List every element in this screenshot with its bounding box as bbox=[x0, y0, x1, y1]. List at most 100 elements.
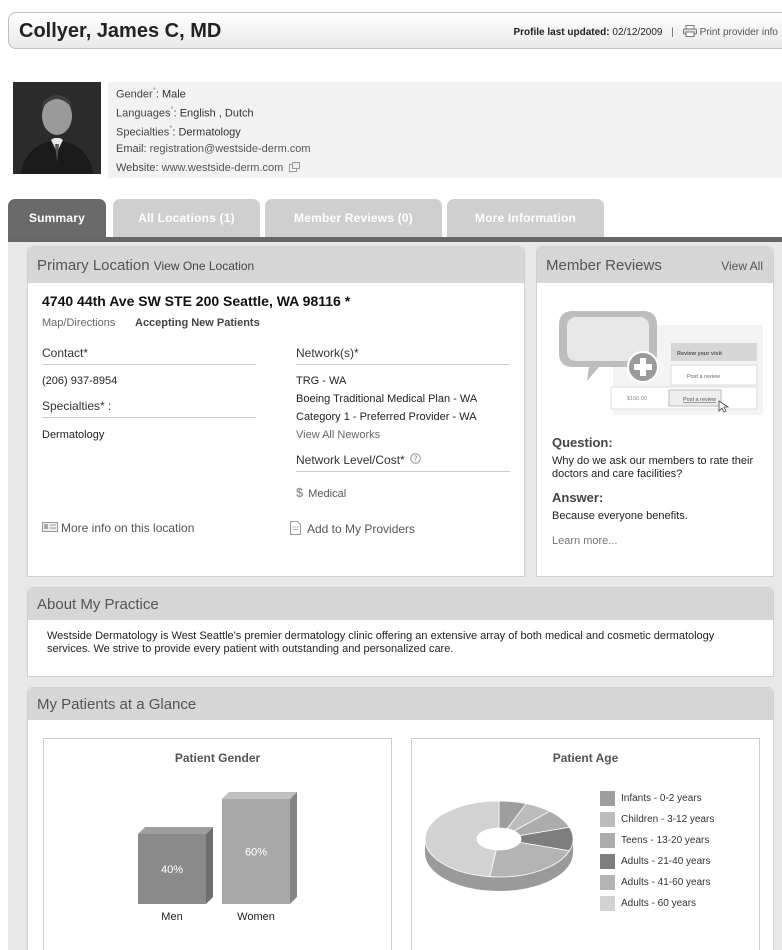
glance-title: My Patients at a Glance bbox=[37, 696, 197, 713]
illustration-header-text: Review your visit bbox=[677, 351, 722, 357]
email-link[interactable]: registration@westside-derm.com bbox=[150, 143, 311, 155]
network-item: TRG - WA bbox=[296, 375, 347, 387]
header-separator: | bbox=[671, 27, 674, 38]
gender-value: : Male bbox=[155, 88, 186, 101]
networks-heading: Network(s)* bbox=[296, 346, 510, 365]
tab-all-locations[interactable]: All Locations (1) bbox=[113, 199, 260, 237]
help-icon[interactable]: ? bbox=[410, 453, 421, 464]
illustration-post-text: Post a review bbox=[687, 374, 720, 380]
bar-value-label: 60% bbox=[245, 847, 267, 859]
legend-swatch bbox=[600, 896, 615, 911]
provider-name: Collyer, James C, MD bbox=[19, 20, 222, 42]
network-item: Boeing Traditional Medical Plan - WA bbox=[296, 393, 478, 405]
more-info-location-link[interactable]: More info on this location bbox=[42, 521, 194, 535]
network-level-text: Medical bbox=[308, 488, 347, 500]
legend-swatch bbox=[600, 854, 615, 869]
website-label: Website: bbox=[116, 162, 159, 174]
bar-category-label: Men bbox=[161, 911, 182, 923]
view-all-reviews-link[interactable]: View All bbox=[721, 259, 763, 273]
updated-label: Profile last updated: bbox=[513, 27, 610, 38]
email-row: Email: registration@westside-derm.com bbox=[116, 143, 311, 155]
legend-label: Teens - 13-20 years bbox=[621, 835, 710, 846]
specialties-row: Specialties*: Dermatology bbox=[116, 124, 241, 139]
question-text: Why do we ask our members to rate their … bbox=[552, 455, 754, 480]
add-to-label: Add to My Providers bbox=[307, 522, 416, 536]
location-address: 4740 44th Ave SW STE 200 Seattle, WA 981… bbox=[42, 293, 351, 309]
svg-text:?: ? bbox=[413, 455, 417, 464]
panel-header: Member Reviews View All bbox=[537, 247, 773, 283]
legend-item: Adults - 21-40 years bbox=[600, 854, 711, 869]
phone-number: (206) 937-8954 bbox=[42, 375, 118, 387]
glance-panel: My Patients at a Glance Patient Gender 4… bbox=[27, 687, 774, 950]
card-icon bbox=[42, 522, 58, 532]
illustration-price-text: $150.00 bbox=[627, 396, 647, 402]
panel-header: Primary Location View One Location bbox=[28, 247, 524, 283]
panel-header: My Patients at a Glance bbox=[28, 688, 773, 720]
dollar-icon: $ bbox=[296, 485, 304, 500]
about-text: Westside Dermatology is West Seattle's p… bbox=[47, 630, 715, 655]
tab-member-reviews[interactable]: Member Reviews (0) bbox=[265, 199, 442, 237]
view-all-networks-link[interactable]: View All Neworks bbox=[296, 429, 380, 441]
network-item: Category 1 - Preferred Provider - WA bbox=[296, 411, 477, 423]
primary-location-title: Primary Location bbox=[37, 257, 150, 274]
summary-content: Primary Location View One Location 4740 … bbox=[8, 242, 782, 950]
add-to-my-providers-link[interactable]: Add to My Providers bbox=[290, 521, 415, 536]
updated-date: 02/12/2009 bbox=[612, 27, 663, 38]
document-icon bbox=[290, 521, 301, 535]
accepting-patients-status: Accepting New Patients bbox=[135, 317, 260, 329]
print-provider-label: Print provider info bbox=[699, 27, 778, 38]
network-level-label: Network Level/Cost* bbox=[296, 453, 405, 467]
printer-icon bbox=[682, 25, 697, 37]
donut-hole bbox=[477, 828, 521, 850]
legend-label: Infants - 0-2 years bbox=[621, 793, 702, 804]
age-chart: Patient Age Infants - 0-2 years Children … bbox=[411, 738, 760, 950]
provider-info-box: Gender*: Male Languages*: English , Dutc… bbox=[108, 82, 782, 178]
specialties-value: : Dermatology bbox=[172, 126, 241, 139]
bar-top-face bbox=[222, 792, 297, 799]
specialty-item: Dermatology bbox=[42, 429, 105, 441]
map-directions-link[interactable]: Map/Directions bbox=[42, 317, 115, 329]
bar-side-face bbox=[290, 792, 297, 904]
answer-label: Answer: bbox=[552, 490, 604, 505]
bar-value-label: 40% bbox=[161, 864, 183, 876]
legend-item: Adults - 41-60 years bbox=[600, 875, 711, 890]
email-label: Email: bbox=[116, 143, 147, 155]
more-info-label: More info on this location bbox=[61, 521, 195, 535]
specialties-heading-label: Specialties* bbox=[42, 399, 105, 413]
external-link-icon[interactable] bbox=[289, 162, 301, 172]
about-panel: About My Practice Westside Dermatology i… bbox=[27, 587, 774, 677]
member-reviews-title: Member Reviews bbox=[546, 257, 662, 274]
gender-row: Gender*: Male bbox=[116, 86, 186, 101]
header-meta: Profile last updated: 02/12/2009 | Print… bbox=[513, 25, 778, 38]
member-reviews-panel: Member Reviews View All Review your visi… bbox=[536, 246, 774, 577]
specialties-label: Specialties bbox=[116, 126, 170, 139]
question-label: Question: bbox=[552, 435, 613, 450]
contact-heading: Contact* bbox=[42, 346, 256, 365]
gender-chart: Patient Gender 40% Men 60% Women bbox=[43, 738, 392, 950]
bar-top-face bbox=[138, 827, 213, 834]
learn-more-link[interactable]: Learn more... bbox=[552, 535, 617, 547]
bar-side-face bbox=[206, 827, 213, 904]
bar-category-label: Women bbox=[237, 911, 275, 923]
legend-label: Children - 3-12 years bbox=[621, 814, 715, 825]
print-provider-link[interactable]: Print provider info bbox=[682, 25, 778, 38]
website-link[interactable]: www.westside-derm.com bbox=[162, 162, 284, 174]
tab-summary[interactable]: Summary bbox=[8, 199, 106, 237]
primary-location-panel: Primary Location View One Location 4740 … bbox=[27, 246, 525, 577]
network-level-heading: Network Level/Cost* ? bbox=[296, 453, 510, 472]
legend-label: Adults - 21-40 years bbox=[621, 856, 711, 867]
panel-header: About My Practice bbox=[28, 588, 773, 620]
legend-swatch bbox=[600, 791, 615, 806]
legend-item: Children - 3-12 years bbox=[600, 812, 714, 827]
languages-label: Languages bbox=[116, 107, 171, 120]
specialties-heading-colon: : bbox=[104, 399, 112, 413]
tab-more-information[interactable]: More Information bbox=[447, 199, 604, 237]
legend-label: Adults - 60 years bbox=[621, 898, 697, 909]
gender-chart-svg: 40% Men 60% Women bbox=[138, 792, 297, 923]
gender-label: Gender bbox=[116, 88, 153, 101]
legend-swatch bbox=[600, 812, 615, 827]
view-one-location-link[interactable]: View One Location bbox=[154, 259, 255, 273]
legend-item: Infants - 0-2 years bbox=[600, 791, 702, 806]
legend-item: Teens - 13-20 years bbox=[600, 833, 709, 848]
website-row: Website: www.westside-derm.com bbox=[116, 162, 301, 174]
